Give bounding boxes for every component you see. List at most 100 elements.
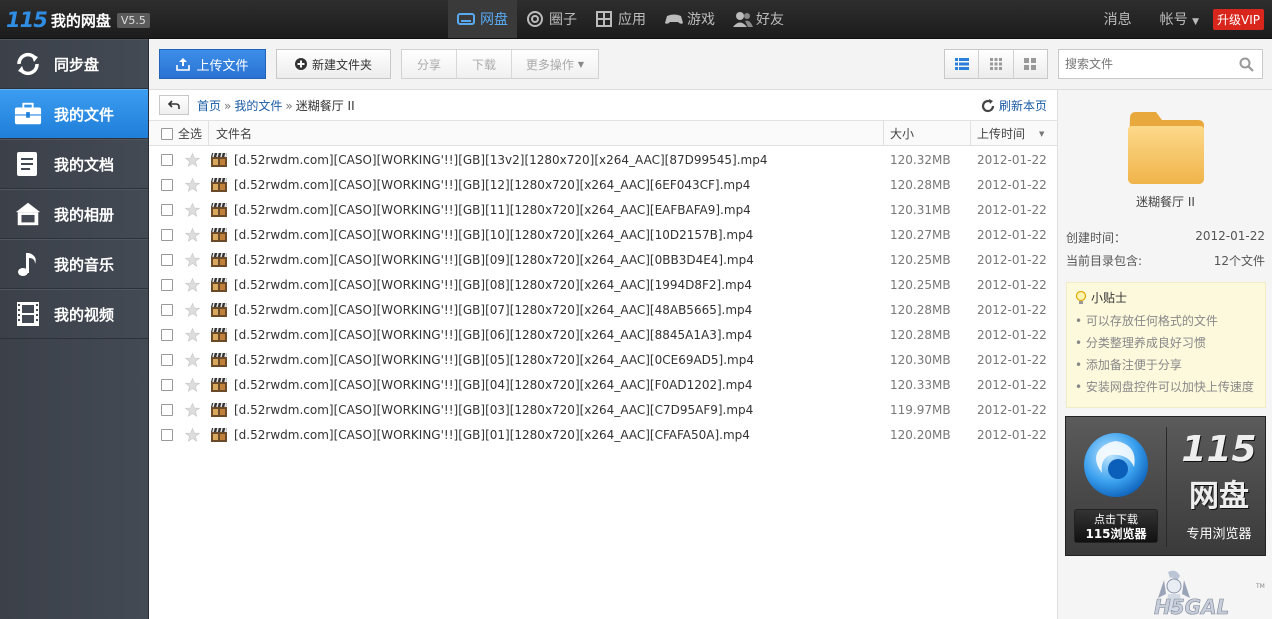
row-checkbox[interactable] [161,178,173,191]
small-grid-view-button[interactable] [979,50,1014,78]
table-row[interactable]: [d.52rwdm.com][CASO][WORKING'!!][GB][06]… [149,322,1057,347]
table-header: 全选 文件名 大小 上传时间 ▼ [149,121,1057,146]
file-name[interactable]: [d.52rwdm.com][CASO][WORKING'!!][GB][12]… [234,172,750,197]
list-view-button[interactable] [945,50,980,78]
column-header-size[interactable]: 大小 [890,121,914,146]
table-row[interactable]: [d.52rwdm.com][CASO][WORKING'!!][GB][04]… [149,372,1057,397]
download-browser-button[interactable]: 点击下载 115浏览器 [1074,509,1158,543]
row-checkbox[interactable] [161,328,173,341]
row-checkbox[interactable] [161,378,173,391]
upgrade-vip-button[interactable]: 升级VIP [1213,8,1264,30]
table-row[interactable]: [d.52rwdm.com][CASO][WORKING'!!][GB][09]… [149,247,1057,272]
breadcrumb-my-files[interactable]: 我的文件 [234,99,282,113]
search-icon[interactable] [1239,57,1254,75]
toolbar: 上传文件 新建文件夹 分享 下载 更多操作 ▼ [149,39,1272,90]
star-icon[interactable] [185,172,200,197]
star-icon[interactable] [185,372,200,397]
large-grid-view-button[interactable] [1014,50,1047,78]
file-name[interactable]: [d.52rwdm.com][CASO][WORKING'!!][GB][10]… [234,222,753,247]
file-name[interactable]: [d.52rwdm.com][CASO][WORKING'!!][GB][01]… [234,422,750,447]
table-row[interactable]: [d.52rwdm.com][CASO][WORKING'!!][GB][03]… [149,397,1057,422]
share-button[interactable]: 分享 [402,50,457,78]
table-row[interactable]: [d.52rwdm.com][CASO][WORKING'!!][GB][12]… [149,172,1057,197]
back-button[interactable] [159,95,189,115]
star-icon[interactable] [185,397,200,422]
topnav-friends[interactable]: 好友 [724,0,793,38]
row-checkbox[interactable] [161,278,173,291]
row-checkbox[interactable] [161,428,173,441]
file-size: 120.27MB [890,227,951,242]
row-checkbox[interactable] [161,153,173,166]
select-all[interactable]: 全选 [161,121,202,146]
sidebar-item-label: 我的文档 [54,155,115,174]
topnav-circle[interactable]: 圈子 [517,0,586,38]
more-actions-button[interactable]: 更多操作 ▼ [512,50,598,78]
topnav-label: 网盘 [480,12,508,28]
star-icon[interactable] [185,422,200,447]
search-input[interactable] [1059,50,1229,78]
table-row[interactable]: [d.52rwdm.com][CASO][WORKING'!!][GB][08]… [149,272,1057,297]
row-checkbox-cell [161,372,173,397]
star-icon[interactable] [185,147,200,172]
sidebar-item-my-files[interactable]: 我的文件 [0,89,148,139]
file-name[interactable]: [d.52rwdm.com][CASO][WORKING'!!][GB][07]… [234,297,752,322]
sidebar-item-my-photos[interactable]: 我的相册 [0,189,148,239]
account-label: 帐号 [1159,12,1188,28]
file-name[interactable]: [d.52rwdm.com][CASO][WORKING'!!][GB][08]… [234,272,752,297]
column-divider [208,121,209,146]
new-folder-button[interactable]: 新建文件夹 [276,49,391,79]
file-name[interactable]: [d.52rwdm.com][CASO][WORKING'!!][GB][06]… [234,322,752,347]
star-icon[interactable] [185,272,200,297]
file-name[interactable]: [d.52rwdm.com][CASO][WORKING'!!][GB][04]… [234,372,753,397]
star-icon[interactable] [185,297,200,322]
file-name[interactable]: [d.52rwdm.com][CASO][WORKING'!!][GB][09]… [234,247,754,272]
music-icon [14,250,42,278]
topnav-apps[interactable]: 应用 [586,0,655,38]
sidebar-item-sync[interactable]: 同步盘 [0,39,148,89]
download-button[interactable]: 下载 [457,50,512,78]
table-row[interactable]: [d.52rwdm.com][CASO][WORKING'!!][GB][05]… [149,347,1057,372]
app-logo[interactable]: 115 我的网盘 V5.5 [6,8,150,32]
file-name[interactable]: [d.52rwdm.com][CASO][WORKING'!!][GB][05]… [234,347,754,372]
browser-ad-banner[interactable]: 点击下载 115浏览器 115 网盘 专用浏览器 [1065,416,1266,556]
breadcrumb-home[interactable]: 首页 [197,99,221,113]
chevron-down-icon: ▼ [577,59,585,69]
star-icon[interactable] [185,197,200,222]
sidebar-item-my-documents[interactable]: 我的文档 [0,139,148,189]
file-name[interactable]: [d.52rwdm.com][CASO][WORKING'!!][GB][13v… [234,147,767,172]
row-checkbox[interactable] [161,303,173,316]
upload-button[interactable]: 上传文件 [159,49,266,79]
column-header-date[interactable]: 上传时间 ▼ [977,121,1044,146]
star-icon[interactable] [185,347,200,372]
account-menu[interactable]: 帐号 ▼ [1160,9,1199,29]
topnav-disk[interactable]: 网盘 [448,0,517,38]
row-checkbox-cell [161,322,173,347]
select-all-checkbox[interactable] [161,127,173,140]
row-checkbox[interactable] [161,203,173,216]
row-checkbox[interactable] [161,403,173,416]
row-checkbox[interactable] [161,228,173,241]
file-name[interactable]: [d.52rwdm.com][CASO][WORKING'!!][GB][03]… [234,397,753,422]
topnav-games[interactable]: 游戏 [655,0,724,38]
table-row[interactable]: [d.52rwdm.com][CASO][WORKING'!!][GB][01]… [149,422,1057,447]
messages-link[interactable]: 消息 [1104,9,1132,29]
sidebar-item-my-music[interactable]: 我的音乐 [0,239,148,289]
tip-text: 添加备注便于分享 [1085,358,1182,372]
star-icon[interactable] [185,247,200,272]
chevron-down-icon: ▼ [1192,17,1199,27]
refresh-link[interactable]: 刷新本页 [981,97,1047,114]
row-checkbox[interactable] [161,353,173,366]
sidebar-item-my-videos[interactable]: 我的视频 [0,289,148,339]
table-row[interactable]: [d.52rwdm.com][CASO][WORKING'!!][GB][13v… [149,147,1057,172]
file-name[interactable]: [d.52rwdm.com][CASO][WORKING'!!][GB][11]… [234,197,751,222]
watermark-logo: H5GAL TM [1146,568,1266,619]
row-checkbox[interactable] [161,253,173,266]
file-size: 120.31MB [890,202,951,217]
star-icon[interactable] [185,322,200,347]
star-icon[interactable] [185,222,200,247]
row-checkbox-cell [161,347,173,372]
table-row[interactable]: [d.52rwdm.com][CASO][WORKING'!!][GB][11]… [149,197,1057,222]
table-row[interactable]: [d.52rwdm.com][CASO][WORKING'!!][GB][07]… [149,297,1057,322]
column-header-name[interactable]: 文件名 [216,121,252,146]
table-row[interactable]: [d.52rwdm.com][CASO][WORKING'!!][GB][10]… [149,222,1057,247]
